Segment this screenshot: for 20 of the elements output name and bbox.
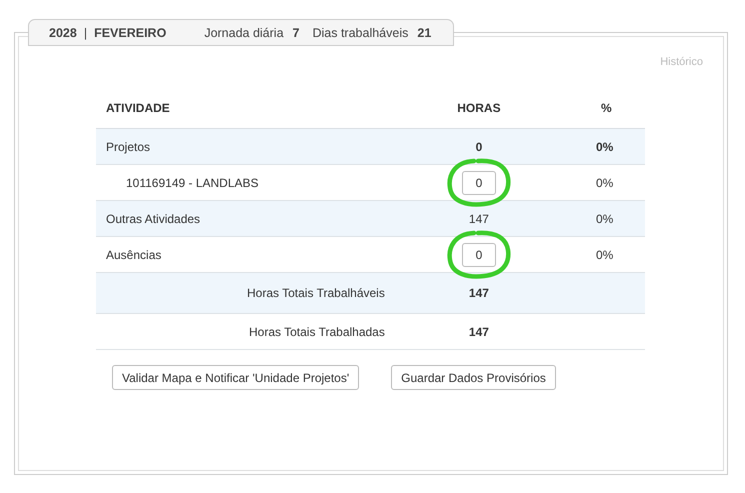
hours-input[interactable]: 0 xyxy=(462,170,496,194)
jornada-value: 7 xyxy=(292,26,300,40)
separator-label: | xyxy=(84,26,88,40)
jornada-label: Jornada diária xyxy=(204,26,284,40)
activity-cell: Horas Totais Trabalháveis xyxy=(96,272,425,314)
hours-cell: 147 xyxy=(424,272,533,314)
hours-cell: 147 xyxy=(424,314,533,350)
workdays-value: 21 xyxy=(417,26,432,40)
action-button[interactable]: Guardar Dados Provisórios xyxy=(391,365,556,390)
year-label: 2028 xyxy=(49,26,77,40)
hours-cell: 0 xyxy=(424,128,533,164)
workdays-label: Dias trabalháveis xyxy=(312,26,408,40)
action-button[interactable]: Validar Mapa e Notificar 'Unidade Projetos' xyxy=(112,365,360,390)
activity-cell: Projetos xyxy=(96,128,425,164)
percent-cell: 0% xyxy=(532,128,645,164)
activity-cell: Horas Totais Trabalhadas xyxy=(96,314,425,350)
activity-cell: Outras Atividades xyxy=(96,200,425,236)
hours-input[interactable]: 0 xyxy=(462,242,496,266)
month-label: FEVEREIRO xyxy=(94,26,166,40)
percent-cell: 0% xyxy=(532,200,645,236)
